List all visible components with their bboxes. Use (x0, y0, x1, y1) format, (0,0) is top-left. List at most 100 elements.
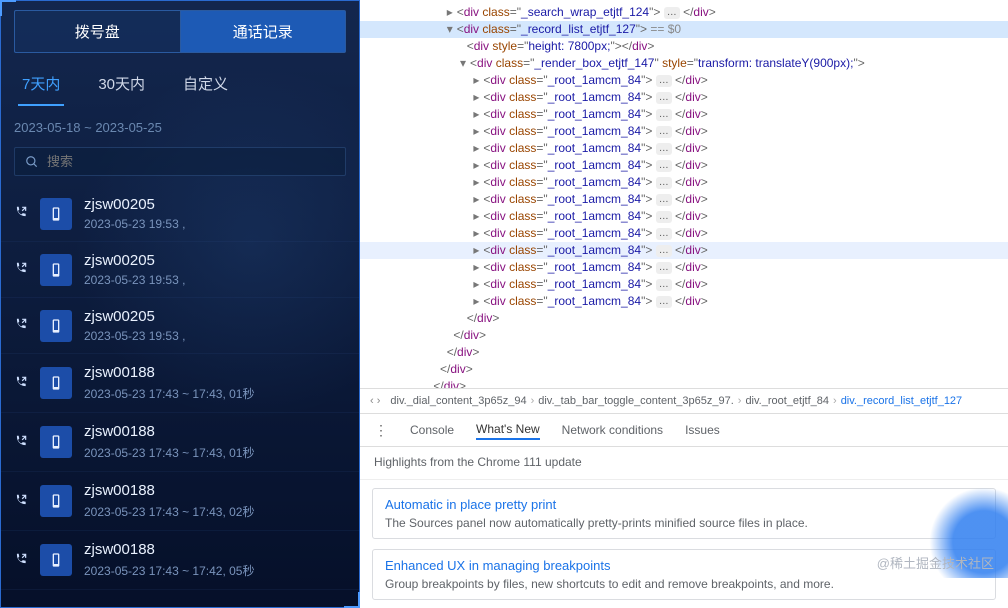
outgoing-call-icon (14, 205, 28, 219)
call-list-item[interactable]: zjsw00188 2023-05-23 17:43 ~ 17:42, 05秒 (0, 531, 360, 590)
tab-issues[interactable]: Issues (685, 421, 720, 439)
dom-node[interactable]: ▸<div class="_root_1amcm_84"> … </div> (360, 123, 1008, 140)
call-name: zjsw00188 (84, 364, 346, 381)
phone-device-icon (48, 434, 64, 450)
phone-device-icon (48, 375, 64, 391)
call-direction-icon (14, 261, 30, 278)
outgoing-call-icon (14, 434, 28, 448)
dom-node[interactable]: ▸<div class="_root_1amcm_84"> … </div> (360, 293, 1008, 310)
call-time: 2023-05-23 19:53 , (84, 217, 346, 231)
dom-node[interactable]: ▸<div class="_root_1amcm_84"> … </div> (360, 157, 1008, 174)
dom-node[interactable]: ▾<div class="_record_list_etjtf_127"> ==… (360, 21, 1008, 38)
search-icon (25, 155, 39, 169)
tab-custom[interactable]: 自定义 (179, 67, 232, 106)
breadcrumb[interactable]: ‹ › div._dial_content_3p65z_94 › div._ta… (360, 388, 1008, 414)
crumb-item-active[interactable]: div._record_list_etjtf_127 (841, 395, 962, 407)
dom-node[interactable]: ▸<div class="_root_1amcm_84"> … </div> (360, 106, 1008, 123)
dom-node[interactable]: ▸<div class="_root_1amcm_84"> … </div> (360, 191, 1008, 208)
phone-device-icon (48, 206, 64, 222)
drawer-menu-icon[interactable]: ⋮ (374, 422, 388, 439)
tab-7days[interactable]: 7天内 (18, 67, 64, 106)
dom-node[interactable]: </div> (360, 378, 1008, 388)
news-card[interactable]: Automatic in place pretty print The Sour… (372, 488, 996, 539)
phone-device-icon (48, 318, 64, 334)
tab-call-log[interactable]: 通话记录 (180, 10, 347, 53)
call-direction-icon (14, 434, 30, 451)
call-info: zjsw001882023-05-23 17:43 ~ 17:43, 01秒 (84, 423, 346, 461)
call-list-item[interactable]: zjsw002052023-05-23 19:53 , (0, 242, 360, 298)
call-avatar (40, 310, 72, 342)
call-avatar (40, 485, 72, 517)
call-info: zjsw00205 2023-05-23 19:53 , (84, 308, 346, 343)
call-avatar (40, 367, 72, 399)
crumb-item[interactable]: div._tab_bar_toggle_content_3p65z_97. (538, 395, 734, 407)
phone-device-icon (48, 552, 64, 568)
call-name: zjsw00188 (84, 541, 346, 558)
call-name: zjsw00205 (84, 252, 346, 269)
dom-node[interactable]: ▾<div class="_render_box_etjtf_147" styl… (360, 55, 1008, 72)
call-list-item[interactable]: zjsw00205 2023-05-23 19:53 , (0, 186, 360, 242)
dom-node[interactable]: <div style="height: 7800px;"></div> (360, 38, 1008, 55)
search-box[interactable] (14, 147, 346, 176)
tab-30days[interactable]: 30天内 (94, 67, 149, 106)
dom-node[interactable]: ▸<div class="_search_wrap_etjtf_124"> … … (360, 4, 1008, 21)
dom-node[interactable]: </div> (360, 344, 1008, 361)
call-name: zjsw00188 (84, 423, 346, 440)
call-name: zjsw00205 (84, 196, 346, 213)
dom-node[interactable]: ▸<div class="_root_1amcm_84"> … </div> (360, 140, 1008, 157)
date-range-label: 2023-05-18 ~ 2023-05-25 (0, 106, 360, 143)
phone-device-icon (48, 262, 64, 278)
call-info: zjsw00205 2023-05-23 19:53 , (84, 196, 346, 231)
call-list-item[interactable]: zjsw00188 2023-05-23 17:43 ~ 17:43, 01秒 (0, 354, 360, 413)
news-card-desc: Group breakpoints by files, new shortcut… (385, 577, 983, 591)
call-direction-icon (14, 375, 30, 392)
call-list-item[interactable]: zjsw001882023-05-23 17:43 ~ 17:43, 01秒 (0, 413, 360, 472)
call-info: zjsw00188 2023-05-23 17:43 ~ 17:43, 01秒 (84, 364, 346, 402)
call-avatar (40, 198, 72, 230)
dom-node[interactable]: </div> (360, 310, 1008, 327)
outgoing-call-icon (14, 552, 28, 566)
watermark-text: @稀土掘金技术社区 (877, 553, 994, 572)
call-time: 2023-05-23 17:43 ~ 17:43, 01秒 (84, 385, 346, 402)
call-list[interactable]: zjsw00205 2023-05-23 19:53 , zjsw00205 2023… (0, 186, 360, 590)
call-avatar (40, 254, 72, 286)
call-direction-icon (14, 205, 30, 222)
call-list-item[interactable]: zjsw00205 2023-05-23 19:53 , (0, 298, 360, 354)
tab-console[interactable]: Console (410, 421, 454, 439)
dom-node[interactable]: ▸<div class="_root_1amcm_84"> … </div> (360, 208, 1008, 225)
call-panel: 拨号盘 通话记录 7天内 30天内 自定义 2023-05-18 ~ 2023-… (0, 0, 360, 608)
outgoing-call-icon (14, 493, 28, 507)
call-time: 2023-05-23 17:43 ~ 17:42, 05秒 (84, 562, 346, 579)
phone-device-icon (48, 493, 64, 509)
dom-node[interactable]: ▸<div class="_root_1amcm_84"> … </div> (360, 89, 1008, 106)
outgoing-call-icon (14, 317, 28, 331)
call-direction-icon (14, 317, 30, 334)
dom-node[interactable]: ▸<div class="_root_1amcm_84"> … </div> (360, 72, 1008, 89)
call-name: zjsw00205 (84, 308, 346, 325)
tab-whats-new[interactable]: What's New (476, 420, 540, 440)
call-info: zjsw001882023-05-23 17:43 ~ 17:43, 02秒 (84, 482, 346, 520)
devtools-panel: ▸<div class="_search_wrap_etjtf_124"> … … (360, 0, 1008, 608)
tab-network-conditions[interactable]: Network conditions (562, 421, 663, 439)
crumb-scroll-icon[interactable]: ‹ › (370, 395, 380, 407)
elements-tree[interactable]: ▸<div class="_search_wrap_etjtf_124"> … … (360, 0, 1008, 388)
dom-node[interactable]: ▸<div class="_root_1amcm_84"> … </div> (360, 276, 1008, 293)
call-info: zjsw00188 2023-05-23 17:43 ~ 17:42, 05秒 (84, 541, 346, 579)
dom-node[interactable]: ▸<div class="_root_1amcm_84"> … </div> (360, 242, 1008, 259)
outgoing-call-icon (14, 261, 28, 275)
search-input[interactable] (47, 154, 335, 169)
call-time: 2023-05-23 19:53 , (84, 329, 346, 343)
dom-node[interactable]: </div> (360, 327, 1008, 344)
dom-node[interactable]: ▸<div class="_root_1amcm_84"> … </div> (360, 259, 1008, 276)
dom-node[interactable]: </div> (360, 361, 1008, 378)
drawer-tabs: ⋮ Console What's New Network conditions … (360, 414, 1008, 447)
crumb-item[interactable]: div._root_etjtf_84 (745, 395, 829, 407)
dom-node[interactable]: ▸<div class="_root_1amcm_84"> … </div> (360, 225, 1008, 242)
call-list-item[interactable]: zjsw001882023-05-23 17:43 ~ 17:43, 02秒 (0, 472, 360, 531)
call-direction-icon (14, 552, 30, 569)
call-direction-icon (14, 493, 30, 510)
tab-dialpad[interactable]: 拨号盘 (14, 10, 180, 53)
crumb-item[interactable]: div._dial_content_3p65z_94 (390, 395, 526, 407)
dom-node[interactable]: ▸<div class="_root_1amcm_84"> … </div> (360, 174, 1008, 191)
call-avatar (40, 426, 72, 458)
